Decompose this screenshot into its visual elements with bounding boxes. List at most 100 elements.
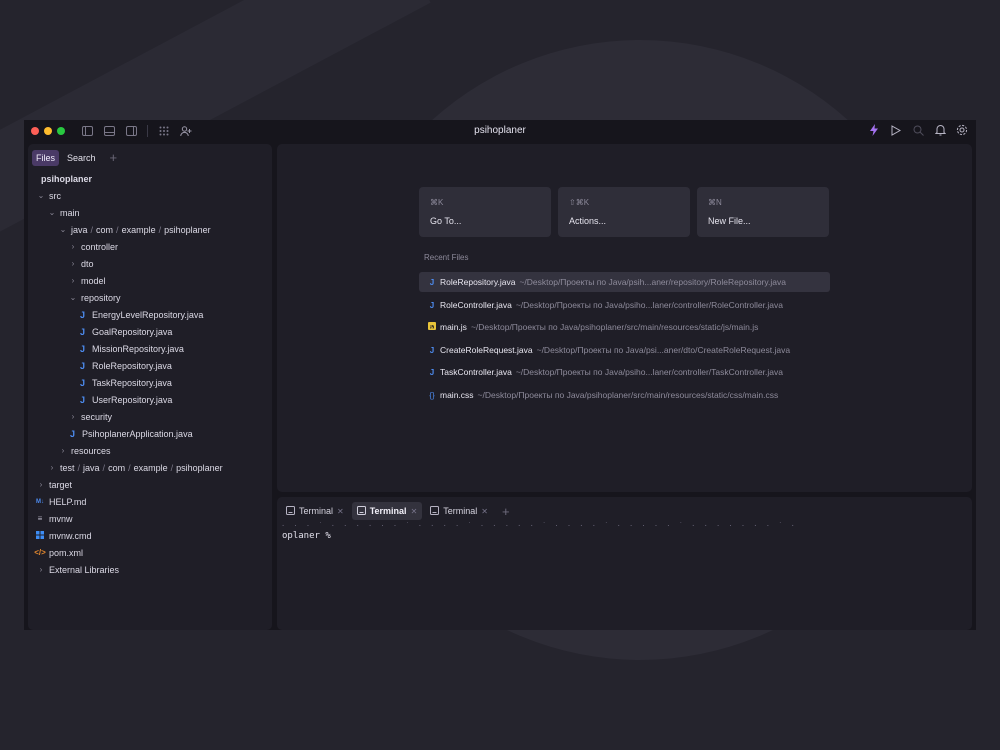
java-file-icon: J <box>80 377 86 388</box>
tree-root[interactable]: psihoplaner <box>41 170 92 187</box>
terminal-tab[interactable]: Terminal ✕ <box>425 502 493 520</box>
tree-item-label: target <box>49 479 73 490</box>
terminal-icon <box>286 505 295 517</box>
tree-item-src[interactable]: ⌄ src <box>36 187 61 204</box>
tree-item-test-path[interactable]: › test / java / com / example / psihoplaner <box>47 459 223 476</box>
tree-item-label: HELP.md <box>49 496 87 507</box>
tree-item-main[interactable]: ⌄ main <box>47 204 80 221</box>
tree-file[interactable]: J GoalRepository.java <box>80 323 172 340</box>
recent-file-item[interactable]: {} main.css ~/Desktop/Проекты по Java/ps… <box>419 385 830 405</box>
add-user-icon[interactable] <box>180 125 192 137</box>
settings-icon[interactable] <box>956 124 968 136</box>
tree-item-label: External Libraries <box>49 564 120 575</box>
chevron-right-icon: › <box>71 259 75 268</box>
recent-file-name: RoleController.java <box>440 300 512 310</box>
run-icon[interactable] <box>890 124 902 136</box>
new-file-card[interactable]: ⌘N New File... <box>697 187 829 237</box>
tree-item-dto[interactable]: › dto <box>68 255 94 272</box>
minimize-window-button[interactable] <box>44 127 52 135</box>
recent-file-item[interactable]: main.js ~/Desktop/Проекты по Java/psihop… <box>419 317 830 337</box>
tree-root-label: psihoplaner <box>41 173 93 184</box>
tree-item-label: repository <box>81 292 121 303</box>
grid-menu-icon[interactable] <box>158 125 170 137</box>
tree-file[interactable]: J RoleRepository.java <box>80 357 172 374</box>
tree-item-label: java / com / example / psihoplaner <box>71 224 211 235</box>
js-file-icon <box>427 322 437 332</box>
tree-item-label: RoleRepository.java <box>92 360 172 371</box>
recent-file-name: main.css <box>440 390 474 400</box>
path-separator: / <box>158 224 162 235</box>
recent-file-item[interactable]: J RoleController.java ~/Desktop/Проекты … <box>419 295 830 315</box>
recent-file-item[interactable]: J TaskController.java ~/Desktop/Проекты … <box>419 362 830 382</box>
tree-file[interactable]: J PsihoplanerApplication.java <box>70 425 193 442</box>
toggle-right-panel-icon[interactable] <box>125 125 137 137</box>
path-separator: / <box>116 224 119 235</box>
toggle-left-panel-icon[interactable] <box>81 125 93 137</box>
tree-item-security[interactable]: › security <box>68 408 112 425</box>
tree-file[interactable]: mvnw.cmd <box>34 527 92 544</box>
tree-file[interactable]: ≡ mvnw <box>34 510 73 527</box>
goto-label: Go To... <box>430 216 462 226</box>
recent-file-name: main.js <box>440 322 467 332</box>
close-window-button[interactable] <box>31 127 39 135</box>
new-terminal-button[interactable]: + <box>502 504 510 519</box>
add-tab-button[interactable]: + <box>110 151 118 164</box>
terminal-tab[interactable]: Terminal ✕ <box>281 502 349 520</box>
java-file-icon: J <box>80 326 86 337</box>
xml-file-icon: </> <box>34 548 46 557</box>
chevron-right-icon: › <box>71 276 75 285</box>
lightning-icon[interactable] <box>868 124 880 136</box>
java-file-icon: J <box>429 367 435 377</box>
recent-file-name: TaskController.java <box>440 367 512 377</box>
tree-item-label: GoalRepository.java <box>92 326 173 337</box>
bell-icon[interactable] <box>934 124 946 136</box>
zoom-window-button[interactable] <box>57 127 65 135</box>
actions-card[interactable]: ⇧⌘K Actions... <box>558 187 690 237</box>
tree-item-external-libraries[interactable]: › External Libraries <box>36 561 119 578</box>
recent-file-path: ~/Desktop/Проекты по Java/psihoplaner/sr… <box>470 322 759 332</box>
recent-file-name: CreateRoleRequest.java <box>440 345 533 355</box>
tree-file[interactable]: J TaskRepository.java <box>80 374 172 391</box>
shortcut-label: ⌘K <box>430 198 444 207</box>
chevron-right-icon: › <box>50 463 54 472</box>
tree-item-label: dto <box>81 258 94 269</box>
chevron-down-icon: ⌄ <box>37 191 45 200</box>
tree-file[interactable]: M↓ HELP.md <box>34 493 86 510</box>
close-tab-icon[interactable]: ✕ <box>337 507 344 516</box>
tab-files[interactable]: Files <box>32 150 60 166</box>
tree-file[interactable]: J MissionRepository.java <box>80 340 184 357</box>
tab-search[interactable]: Search <box>63 150 100 166</box>
recent-file-item[interactable]: J CreateRoleRequest.java ~/Desktop/Проек… <box>419 340 830 360</box>
tree-item-controller[interactable]: › controller <box>68 238 118 255</box>
tree-item-label: EnergyLevelRepository.java <box>92 309 204 320</box>
tree-file[interactable]: J UserRepository.java <box>80 391 172 408</box>
tree-item-java-path[interactable]: ⌄ java / com / example / psihoplaner <box>58 221 211 238</box>
chevron-down-icon: ⌄ <box>69 293 77 302</box>
tree-item-repository[interactable]: ⌄ repository <box>68 289 121 306</box>
tree-file[interactable]: J EnergyLevelRepository.java <box>80 306 203 323</box>
recent-file-name: RoleRepository.java <box>440 277 516 287</box>
recent-file-item[interactable]: J RoleRepository.java ~/Desktop/Проекты … <box>419 272 830 292</box>
close-tab-icon[interactable]: ✕ <box>411 507 418 516</box>
markdown-icon: M↓ <box>36 498 44 505</box>
terminal-icon <box>356 505 366 517</box>
tree-file[interactable]: </> pom.xml <box>34 544 83 561</box>
toggle-bottom-panel-icon[interactable] <box>103 125 115 137</box>
tree-item-label: PsihoplanerApplication.java <box>82 428 193 439</box>
goto-card[interactable]: ⌘K Go To... <box>419 187 551 237</box>
tree-item-label: test / java / com / example / psihoplaner <box>60 462 223 473</box>
window-controls <box>31 127 65 135</box>
search-icon[interactable] <box>912 124 924 136</box>
chevron-right-icon: › <box>39 480 43 489</box>
terminal-icon <box>430 505 440 517</box>
close-tab-icon[interactable]: ✕ <box>481 507 488 516</box>
tree-item-target[interactable]: › target <box>36 476 72 493</box>
terminal-tab-label: Terminal <box>369 506 407 516</box>
recent-file-path: ~/Desktop/Проекты по Java/psihoplaner/sr… <box>477 390 779 400</box>
tree-item-model[interactable]: › model <box>68 272 106 289</box>
path-separator: / <box>128 462 131 473</box>
editor-welcome-panel: ⌘K Go To... ⇧⌘K Actions... ⌘N New File..… <box>277 144 972 492</box>
terminal-tab-active[interactable]: Terminal ✕ <box>351 502 423 520</box>
tree-item-resources[interactable]: › resources <box>58 442 111 459</box>
terminal-prompt[interactable]: oplaner % <box>282 531 331 541</box>
